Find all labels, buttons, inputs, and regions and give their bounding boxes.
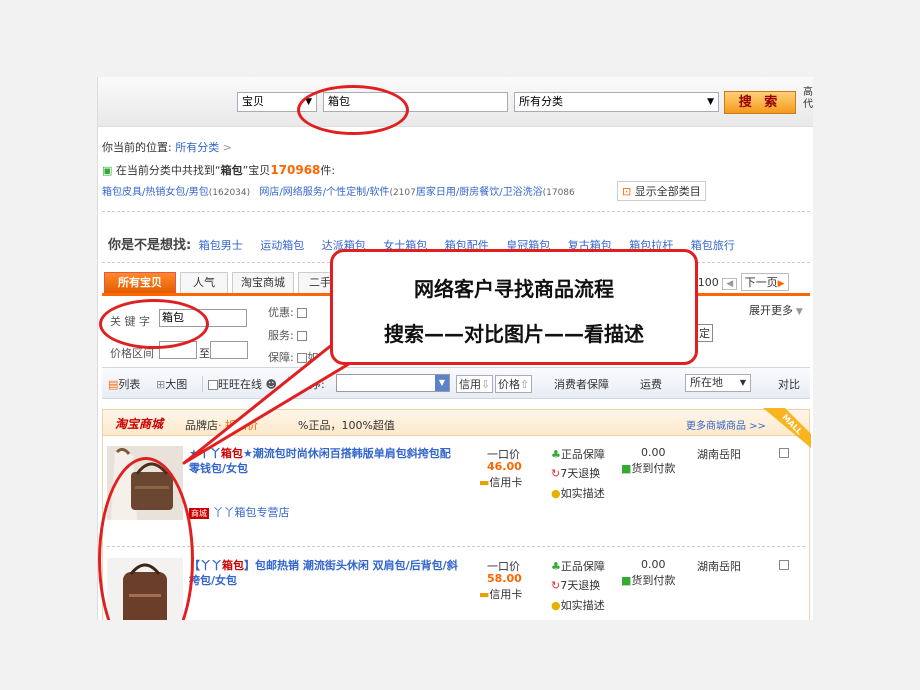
callout-bubble: 网络客户寻找商品流程 搜索——对比图片——看描述 (330, 249, 698, 365)
callout-title: 网络客户寻找商品流程 (414, 277, 614, 301)
callout-subtitle: 搜索——对比图片——看描述 (384, 322, 644, 346)
